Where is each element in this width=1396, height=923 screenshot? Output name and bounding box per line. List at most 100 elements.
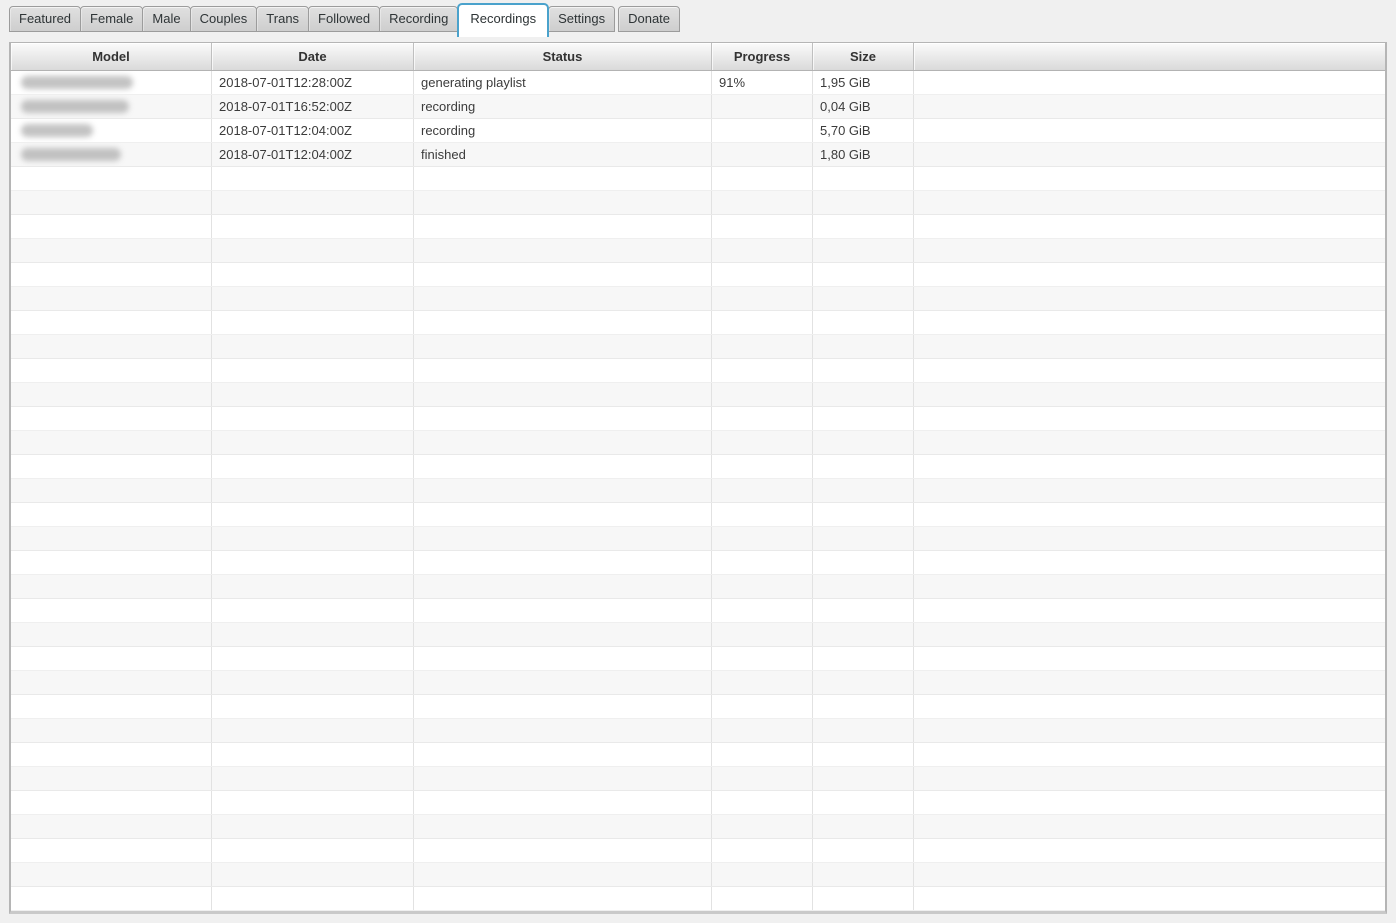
empty-cell-progress	[712, 767, 813, 790]
tab-bar: Featured Female Male Couples Trans Follo…	[0, 0, 1396, 42]
table-row[interactable]: 2018-07-01T12:04:00Z finished 1,80 GiB	[11, 143, 1385, 167]
empty-cell-model	[11, 887, 212, 910]
tab-donate[interactable]: Donate	[618, 6, 680, 32]
empty-cell-filler	[914, 383, 1385, 406]
empty-cell-progress	[712, 479, 813, 502]
empty-cell-model	[11, 215, 212, 238]
empty-cell-size	[813, 215, 914, 238]
cell-size: 1,95 GiB	[813, 71, 914, 94]
empty-cell-model	[11, 407, 212, 430]
empty-cell-date	[212, 743, 414, 766]
cell-size: 5,70 GiB	[813, 119, 914, 142]
empty-table-row	[11, 887, 1385, 911]
empty-cell-date	[212, 647, 414, 670]
empty-cell-model	[11, 527, 212, 550]
empty-cell-model	[11, 719, 212, 742]
empty-cell-date	[212, 695, 414, 718]
model-name-redacted	[21, 76, 133, 89]
empty-cell-date	[212, 599, 414, 622]
empty-cell-filler	[914, 671, 1385, 694]
column-header-status[interactable]: Status	[414, 43, 712, 70]
cell-model	[11, 143, 212, 166]
tab-featured[interactable]: Featured	[9, 6, 81, 32]
empty-cell-status	[414, 383, 712, 406]
cell-filler	[914, 95, 1385, 118]
empty-table-row	[11, 719, 1385, 743]
empty-cell-status	[414, 551, 712, 574]
empty-cell-model	[11, 671, 212, 694]
column-header-date[interactable]: Date	[212, 43, 414, 70]
table-row[interactable]: 2018-07-01T12:28:00Z generating playlist…	[11, 71, 1385, 95]
empty-cell-progress	[712, 815, 813, 838]
empty-cell-size	[813, 551, 914, 574]
tab-female[interactable]: Female	[80, 6, 143, 32]
column-header-progress[interactable]: Progress	[712, 43, 813, 70]
empty-cell-model	[11, 455, 212, 478]
empty-cell-date	[212, 335, 414, 358]
table-row[interactable]: 2018-07-01T12:04:00Z recording 5,70 GiB	[11, 119, 1385, 143]
empty-cell-status	[414, 263, 712, 286]
column-header-model[interactable]: Model	[11, 43, 212, 70]
tab-trans[interactable]: Trans	[256, 6, 309, 32]
cell-filler	[914, 143, 1385, 166]
empty-table-row	[11, 287, 1385, 311]
empty-cell-date	[212, 863, 414, 886]
empty-cell-date	[212, 215, 414, 238]
model-name-redacted	[21, 148, 121, 161]
empty-cell-filler	[914, 455, 1385, 478]
empty-cell-filler	[914, 551, 1385, 574]
empty-cell-date	[212, 767, 414, 790]
tab-recordings[interactable]: Recordings	[457, 3, 549, 37]
empty-cell-progress	[712, 455, 813, 478]
table-row[interactable]: 2018-07-01T16:52:00Z recording 0,04 GiB	[11, 95, 1385, 119]
empty-cell-model	[11, 359, 212, 382]
empty-table-row	[11, 575, 1385, 599]
cell-status: recording	[414, 119, 712, 142]
tab-recording[interactable]: Recording	[379, 6, 458, 32]
empty-cell-model	[11, 623, 212, 646]
cell-filler	[914, 71, 1385, 94]
empty-cell-status	[414, 671, 712, 694]
empty-cell-progress	[712, 359, 813, 382]
tab-followed[interactable]: Followed	[308, 6, 380, 32]
empty-cell-progress	[712, 431, 813, 454]
empty-table-row	[11, 479, 1385, 503]
empty-cell-filler	[914, 575, 1385, 598]
empty-table-row	[11, 767, 1385, 791]
empty-cell-date	[212, 287, 414, 310]
empty-cell-progress	[712, 599, 813, 622]
empty-cell-filler	[914, 815, 1385, 838]
cell-size: 1,80 GiB	[813, 143, 914, 166]
column-header-size[interactable]: Size	[813, 43, 914, 70]
empty-cell-filler	[914, 215, 1385, 238]
empty-cell-progress	[712, 743, 813, 766]
empty-cell-model	[11, 239, 212, 262]
empty-cell-model	[11, 599, 212, 622]
empty-cell-size	[813, 167, 914, 190]
empty-cell-size	[813, 311, 914, 334]
tab-couples[interactable]: Couples	[190, 6, 258, 32]
empty-table-row	[11, 695, 1385, 719]
tab-settings[interactable]: Settings	[548, 6, 615, 32]
empty-table-row	[11, 743, 1385, 767]
empty-cell-size	[813, 623, 914, 646]
empty-cell-date	[212, 383, 414, 406]
empty-cell-size	[813, 503, 914, 526]
empty-cell-filler	[914, 743, 1385, 766]
empty-cell-status	[414, 695, 712, 718]
empty-cell-filler	[914, 527, 1385, 550]
empty-cell-status	[414, 239, 712, 262]
empty-cell-status	[414, 503, 712, 526]
empty-cell-progress	[712, 623, 813, 646]
recordings-table: Model Date Status Progress Size 2018-07-…	[9, 42, 1387, 914]
empty-cell-date	[212, 887, 414, 910]
empty-cell-progress	[712, 239, 813, 262]
empty-table-row	[11, 311, 1385, 335]
empty-cell-date	[212, 311, 414, 334]
cell-model	[11, 119, 212, 142]
empty-cell-progress	[712, 839, 813, 862]
empty-cell-model	[11, 575, 212, 598]
empty-cell-filler	[914, 695, 1385, 718]
tab-male[interactable]: Male	[142, 6, 190, 32]
empty-cell-progress	[712, 575, 813, 598]
